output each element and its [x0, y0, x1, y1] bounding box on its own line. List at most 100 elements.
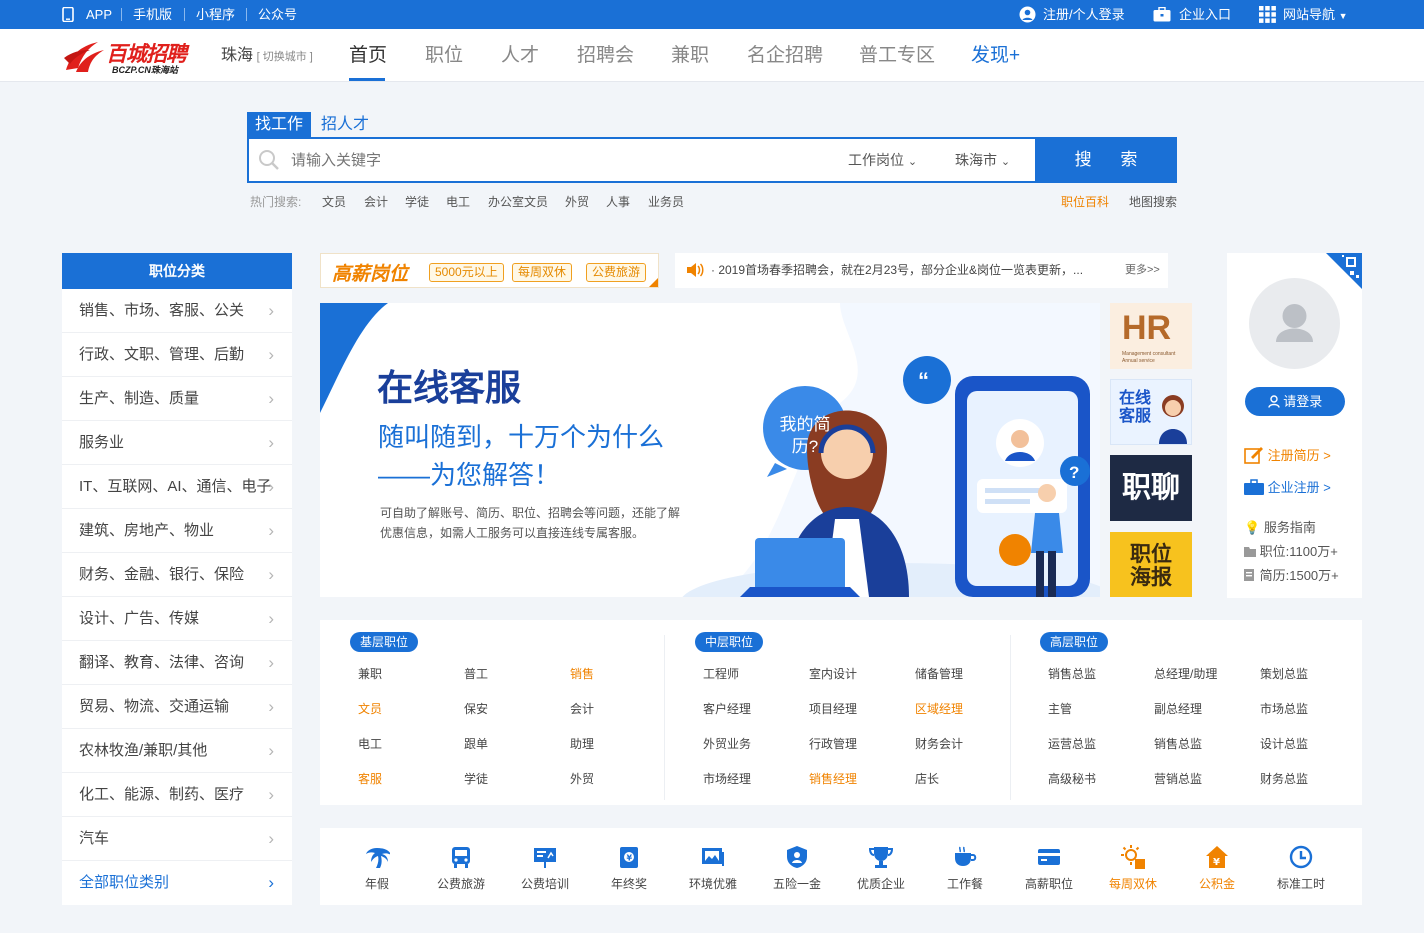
job-level-link[interactable]: 销售 [570, 665, 594, 682]
category-item[interactable]: 贸易、物流、交通运输 › [62, 685, 292, 729]
job-level-link[interactable]: 财务总监 [1260, 770, 1308, 787]
register-company-link[interactable]: 企业注册 > [1244, 477, 1331, 496]
nav-home[interactable]: 首页 [349, 29, 387, 82]
benefit-item[interactable]: 环境优雅 [673, 844, 753, 892]
job-level-link[interactable]: 储备管理 [915, 665, 963, 682]
search-button[interactable]: 搜 索 [1035, 137, 1177, 183]
job-level-link[interactable]: 高级秘书 [1048, 770, 1096, 787]
job-level-link[interactable]: 电工 [358, 735, 382, 752]
benefit-item[interactable]: ¥ 年终奖 [589, 844, 669, 892]
hot-search-item[interactable]: 外贸 [565, 193, 589, 210]
online-service-banner[interactable]: 在线客服 随叫随到，十万个为什么 ——为您解答！ 可自助了解账号、简历、职位、招… [320, 303, 1100, 597]
hot-search-item[interactable]: 电工 [446, 193, 470, 210]
job-level-link[interactable]: 普工 [464, 665, 488, 682]
job-level-link[interactable]: 营销总监 [1154, 770, 1202, 787]
city-switcher[interactable]: 珠海 [ 切换城市 ] [221, 29, 313, 82]
job-level-link[interactable]: 行政管理 [809, 735, 857, 752]
search-input[interactable] [291, 146, 791, 174]
benefit-item[interactable]: 工作餐 [925, 844, 1005, 892]
benefit-item[interactable]: 五险一金 [757, 844, 837, 892]
hot-search-item[interactable]: 文员 [322, 193, 346, 210]
category-item[interactable]: 汽车 › [62, 817, 292, 861]
category-item[interactable]: 销售、市场、客服、公关 › [62, 289, 292, 333]
promo-tag[interactable]: 5000元以上 [429, 263, 504, 282]
job-poster-tile[interactable]: 职位海报 [1110, 532, 1192, 597]
category-item[interactable]: 建筑、房地产、物业 › [62, 509, 292, 553]
avatar[interactable] [1249, 278, 1340, 369]
category-item[interactable]: 设计、广告、传媒 › [62, 597, 292, 641]
online-service-tile[interactable]: 在线客服 [1110, 379, 1192, 445]
all-categories-link[interactable]: 全部职位类别 › [62, 861, 292, 905]
job-level-link[interactable]: 兼职 [358, 665, 382, 682]
service-guide-link[interactable]: 💡 服务指南 [1244, 517, 1316, 536]
category-item[interactable]: 生产、制造、质量 › [62, 377, 292, 421]
job-type-select[interactable]: 工作岗位 ⌄ [848, 139, 917, 183]
tab-find-talent[interactable]: 招人才 [313, 112, 377, 137]
job-level-link[interactable]: 市场总监 [1260, 700, 1308, 717]
city-select[interactable]: 珠海市 ⌄ [955, 139, 1010, 183]
job-level-link[interactable]: 客服 [358, 770, 382, 787]
notice-more-link[interactable]: 更多>> [1125, 253, 1160, 288]
job-level-link[interactable]: 店长 [915, 770, 939, 787]
category-item[interactable]: 行政、文职、管理、后勤 › [62, 333, 292, 377]
job-level-link[interactable]: 学徒 [464, 770, 488, 787]
job-level-link[interactable]: 销售总监 [1154, 735, 1202, 752]
category-item[interactable]: 服务业 › [62, 421, 292, 465]
job-level-link[interactable]: 助理 [570, 735, 594, 752]
nav-talents[interactable]: 人才 [501, 29, 539, 82]
job-level-link[interactable]: 项目经理 [809, 700, 857, 717]
benefit-item[interactable]: 年假 [337, 844, 417, 892]
site-nav-link[interactable]: 网站导航 ▼ [1283, 0, 1348, 29]
login-register-link[interactable]: 注册/个人登录 [1043, 0, 1125, 29]
nav-jobs[interactable]: 职位 [425, 29, 463, 82]
job-level-link[interactable]: 总经理/助理 [1154, 665, 1217, 682]
hot-search-item[interactable]: 会计 [364, 193, 388, 210]
top-link-miniapp[interactable]: 小程序 [196, 0, 235, 29]
promo-tag[interactable]: 公费旅游 [586, 263, 647, 282]
job-level-link[interactable]: 工程师 [703, 665, 739, 682]
register-resume-link[interactable]: 注册简历 > [1244, 445, 1331, 464]
job-level-link[interactable]: 策划总监 [1260, 665, 1308, 682]
hot-search-item[interactable]: 人事 [606, 193, 630, 210]
category-item[interactable]: IT、互联网、AI、通信、电子 › [62, 465, 292, 509]
job-chat-tile[interactable]: 职聊 [1110, 455, 1192, 521]
job-level-link[interactable]: 会计 [570, 700, 594, 717]
job-level-link[interactable]: 销售总监 [1048, 665, 1096, 682]
top-link-mobile[interactable]: 手机版 [133, 0, 172, 29]
benefit-item[interactable]: 优质企业 [841, 844, 921, 892]
nav-discover[interactable]: 发现+ [971, 29, 1020, 82]
nav-workers-zone[interactable]: 普工专区 [859, 29, 935, 82]
site-logo[interactable]: 百城招聘 BCZP.CN珠海站 [62, 37, 212, 77]
job-level-link[interactable]: 室内设计 [809, 665, 857, 682]
job-level-link[interactable]: 主管 [1048, 700, 1072, 717]
job-level-link[interactable]: 副总经理 [1154, 700, 1202, 717]
nav-famous-companies[interactable]: 名企招聘 [747, 29, 823, 82]
category-item[interactable]: 化工、能源、制药、医疗 › [62, 773, 292, 817]
top-link-wechat[interactable]: 公众号 [258, 0, 297, 29]
benefit-item[interactable]: 每周双休 [1093, 844, 1173, 892]
job-level-link[interactable]: 外贸业务 [703, 735, 751, 752]
job-level-link[interactable]: 市场经理 [703, 770, 751, 787]
benefit-item[interactable]: ¥ 公积金 [1177, 844, 1257, 892]
hot-search-item[interactable]: 办公室文员 [488, 193, 548, 210]
category-item[interactable]: 翻译、教育、法律、咨询 › [62, 641, 292, 685]
job-wiki-link[interactable]: 职位百科 [1061, 193, 1109, 210]
job-level-link[interactable]: 设计总监 [1260, 735, 1308, 752]
top-link-app[interactable]: APP [86, 0, 112, 29]
benefit-item[interactable]: 公费培训 [505, 844, 585, 892]
hot-search-item[interactable]: 学徒 [405, 193, 429, 210]
tab-find-job[interactable]: 找工作 [247, 112, 312, 137]
login-button[interactable]: 请登录 [1245, 387, 1345, 416]
category-item[interactable]: 财务、金融、银行、保险 › [62, 553, 292, 597]
job-level-link[interactable]: 外贸 [570, 770, 594, 787]
job-level-link[interactable]: 文员 [358, 700, 382, 717]
notice-text[interactable]: · 2019首场春季招聘会，就在2月23号，部分企业&岗位一览表更新，... [711, 253, 1083, 288]
benefit-item[interactable]: 标准工时 [1261, 844, 1341, 892]
high-salary-promo[interactable]: 高薪岗位 5000元以上 每周双休 公费旅游 [320, 253, 659, 288]
job-level-link[interactable]: 运营总监 [1048, 735, 1096, 752]
job-level-link[interactable]: 区域经理 [915, 700, 963, 717]
job-level-link[interactable]: 跟单 [464, 735, 488, 752]
switch-city-link[interactable]: [ 切换城市 ] [257, 51, 313, 63]
promo-tag[interactable]: 每周双休 [512, 263, 573, 282]
nav-part-time[interactable]: 兼职 [671, 29, 709, 82]
